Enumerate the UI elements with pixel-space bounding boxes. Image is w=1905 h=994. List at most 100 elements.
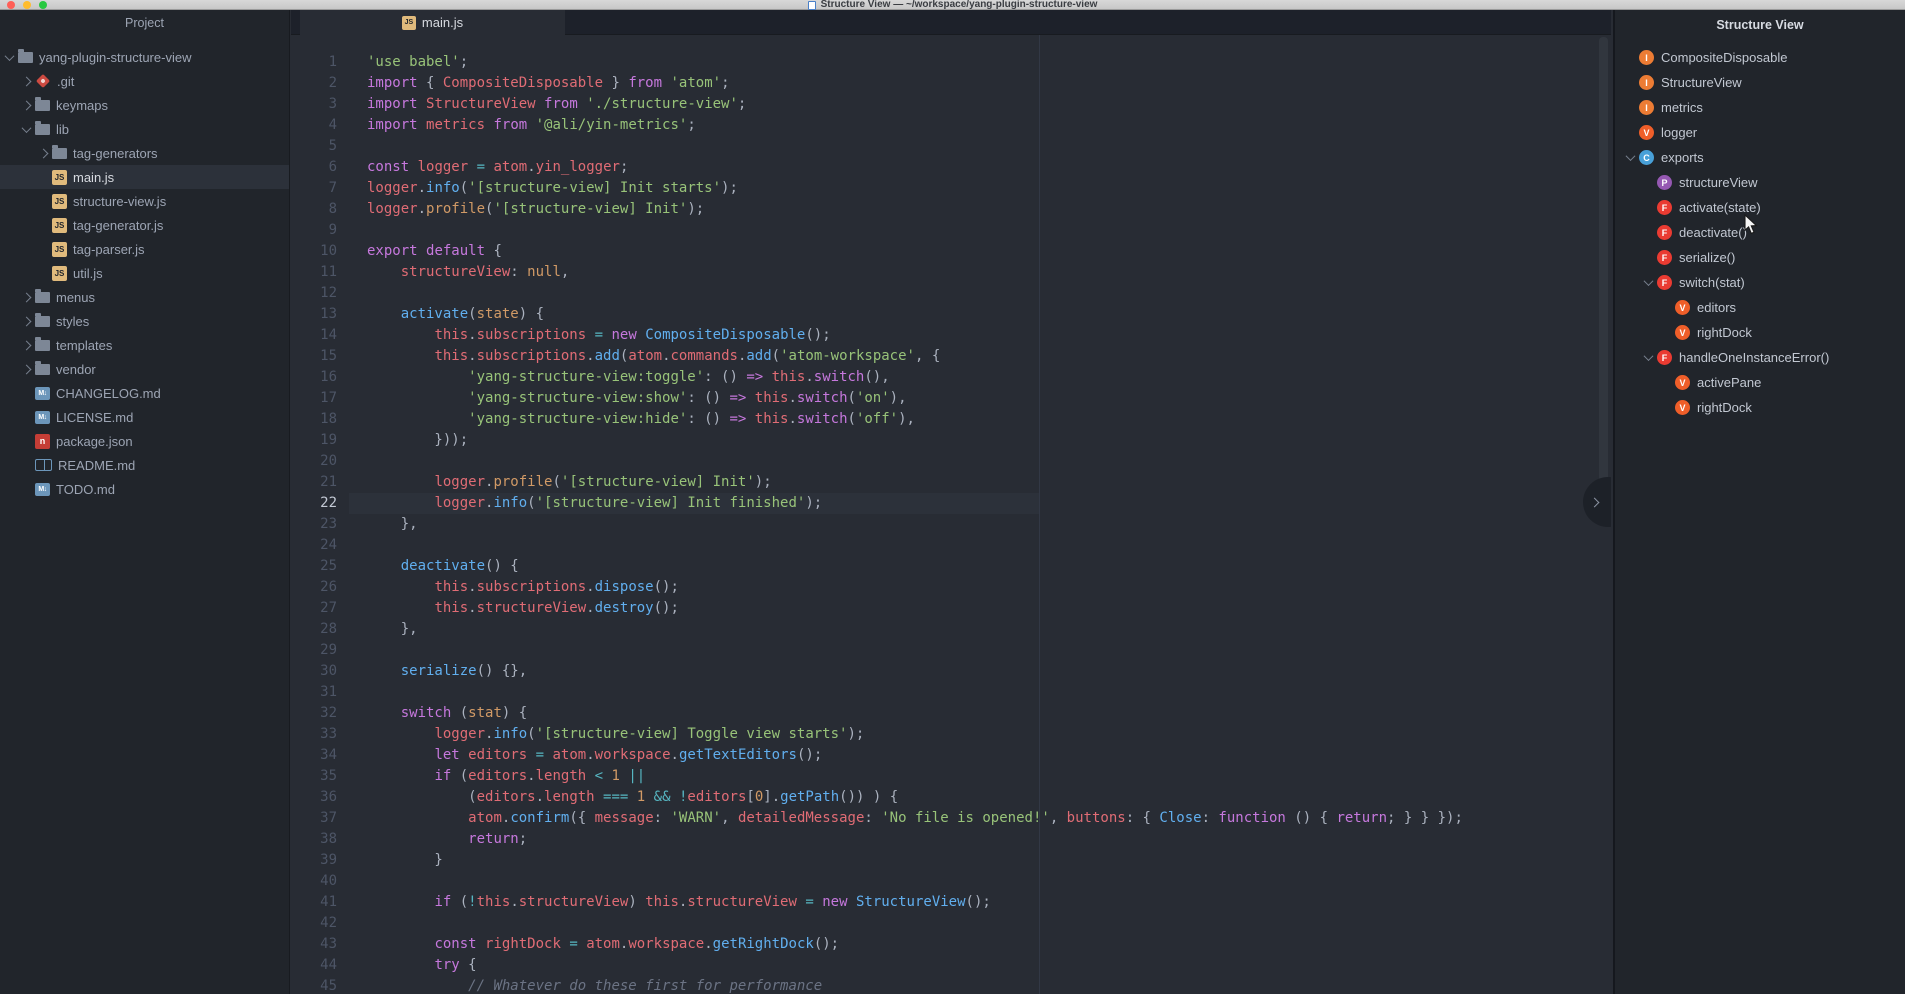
structure-item-StructureView[interactable]: IStructureView (1615, 70, 1905, 95)
chevron-right-icon[interactable] (22, 76, 32, 86)
code-line-39: } (367, 850, 1611, 871)
structure-item-serialize[interactable]: Fserialize() (1615, 245, 1905, 270)
structure-item-switchstat[interactable]: Fswitch(stat) (1615, 270, 1905, 295)
code-line-43: const rightDock = atom.workspace.getRigh… (367, 934, 1611, 955)
tree-item-vendor[interactable]: vendor (0, 357, 289, 381)
git-icon (36, 74, 50, 88)
structure-view-panel: Structure View ICompositeDisposableIStru… (1613, 10, 1905, 994)
chevron-down-icon[interactable] (22, 123, 32, 133)
chevron-down-icon[interactable] (1626, 151, 1636, 161)
line-number: 16 (291, 367, 346, 388)
tree-item-label: util.js (73, 266, 103, 281)
tree-item-label: CHANGELOG.md (56, 386, 161, 401)
code-line-37: atom.confirm({ message: 'WARN', detailed… (367, 808, 1611, 829)
tree-item-structure-view.js[interactable]: JSstructure-view.js (0, 189, 289, 213)
code-line-4: import metrics from '@ali/yin-metrics'; (367, 115, 1611, 136)
chevron-right-icon[interactable] (22, 316, 32, 326)
code-lines: 'use babel';import { CompositeDisposable… (367, 52, 1611, 994)
chevron-right-icon[interactable] (22, 340, 32, 350)
structure-item-handleOneInstanceError[interactable]: FhandleOneInstanceError() (1615, 345, 1905, 370)
js-icon: JS (52, 242, 67, 257)
tree-item-yang-plugin-structure-view[interactable]: yang-plugin-structure-view (0, 45, 289, 69)
tree-item-templates[interactable]: templates (0, 333, 289, 357)
tree-item-label: structure-view.js (73, 194, 166, 209)
symbol-V-icon: V (1675, 375, 1690, 390)
tree-item-.git[interactable]: .git (0, 69, 289, 93)
line-number: 10 (291, 241, 346, 262)
tree-item-package.json[interactable]: npackage.json (0, 429, 289, 453)
line-number: 11 (291, 262, 346, 283)
titlebar: Structure View — ~/workspace/yang-plugin… (0, 0, 1905, 10)
line-number: 13 (291, 304, 346, 325)
chevron-right-icon[interactable] (39, 148, 49, 158)
code-line-23: }, (367, 514, 1611, 535)
structure-item-metrics[interactable]: Imetrics (1615, 95, 1905, 120)
tab-main-js[interactable]: JS main.js (300, 10, 565, 35)
line-number: 29 (291, 640, 346, 661)
line-number: 28 (291, 619, 346, 640)
code-line-15: this.subscriptions.add(atom.commands.add… (367, 346, 1611, 367)
structure-item-label: activePane (1697, 375, 1761, 390)
tree-item-LICENSE.md[interactable]: M↓LICENSE.md (0, 405, 289, 429)
structure-item-label: rightDock (1697, 400, 1752, 415)
tree-item-tag-generator.js[interactable]: JStag-generator.js (0, 213, 289, 237)
chevron-down-icon[interactable] (1644, 276, 1654, 286)
code-line-5 (367, 136, 1611, 157)
structure-item-activatestate[interactable]: Factivate(state) (1615, 195, 1905, 220)
chevron-right-icon[interactable] (22, 100, 32, 110)
tree-item-keymaps[interactable]: keymaps (0, 93, 289, 117)
tree-item-main.js[interactable]: JSmain.js (0, 165, 289, 189)
tree-item-TODO.md[interactable]: M↓TODO.md (0, 477, 289, 501)
chevron-down-icon[interactable] (5, 51, 15, 61)
js-icon: JS (52, 266, 67, 281)
structure-item-CompositeDisposable[interactable]: ICompositeDisposable (1615, 45, 1905, 70)
line-number: 25 (291, 556, 346, 577)
line-number: 42 (291, 913, 346, 934)
line-number: 37 (291, 808, 346, 829)
structure-item-activePane[interactable]: VactivePane (1615, 370, 1905, 395)
tree-item-lib[interactable]: lib (0, 117, 289, 141)
structure-item-rightDock[interactable]: VrightDock (1615, 320, 1905, 345)
structure-item-label: deactivate() (1679, 225, 1747, 240)
editor-scrollbar-thumb[interactable] (1599, 37, 1608, 490)
structure-item-label: logger (1661, 125, 1697, 140)
tree-item-tag-parser.js[interactable]: JStag-parser.js (0, 237, 289, 261)
structure-item-deactivate[interactable]: Fdeactivate() (1615, 220, 1905, 245)
line-number: 35 (291, 766, 346, 787)
tree-item-CHANGELOG.md[interactable]: M↓CHANGELOG.md (0, 381, 289, 405)
code-editor[interactable]: 1234567891011121314151617181920212223242… (291, 35, 1611, 994)
code-line-13: activate(state) { (367, 304, 1611, 325)
structure-item-label: handleOneInstanceError() (1679, 350, 1829, 365)
chevron-right-icon[interactable] (22, 292, 32, 302)
symbol-F-icon: F (1657, 200, 1672, 215)
chevron-down-icon[interactable] (1644, 351, 1654, 361)
code-line-29 (367, 640, 1611, 661)
structure-item-structureView[interactable]: PstructureView (1615, 170, 1905, 195)
chevron-right-icon[interactable] (22, 364, 32, 374)
tree-item-README.md[interactable]: README.md (0, 453, 289, 477)
code-line-10: export default { (367, 241, 1611, 262)
line-number: 14 (291, 325, 346, 346)
line-number: 39 (291, 850, 346, 871)
code-line-14: this.subscriptions = new CompositeDispos… (367, 325, 1611, 346)
symbol-F-icon: F (1657, 225, 1672, 240)
structure-item-exports[interactable]: Cexports (1615, 145, 1905, 170)
structure-item-rightDock[interactable]: VrightDock (1615, 395, 1905, 420)
line-number: 34 (291, 745, 346, 766)
tree-item-styles[interactable]: styles (0, 309, 289, 333)
structure-item-editors[interactable]: Veditors (1615, 295, 1905, 320)
symbol-I-icon: I (1639, 50, 1654, 65)
tree-item-label: README.md (58, 458, 135, 473)
line-number: 45 (291, 976, 346, 994)
structure-item-logger[interactable]: Vlogger (1615, 120, 1905, 145)
line-number: 18 (291, 409, 346, 430)
tree-item-menus[interactable]: menus (0, 285, 289, 309)
tree-item-util.js[interactable]: JS util.js (0, 261, 289, 285)
code-line-32: switch (stat) { (367, 703, 1611, 724)
tree-item-label: styles (56, 314, 89, 329)
code-line-7: logger.info('[structure-view] Init start… (367, 178, 1611, 199)
line-number: 27 (291, 598, 346, 619)
line-number: 22 (291, 493, 346, 514)
line-number: 31 (291, 682, 346, 703)
tree-item-tag-generators[interactable]: tag-generators (0, 141, 289, 165)
